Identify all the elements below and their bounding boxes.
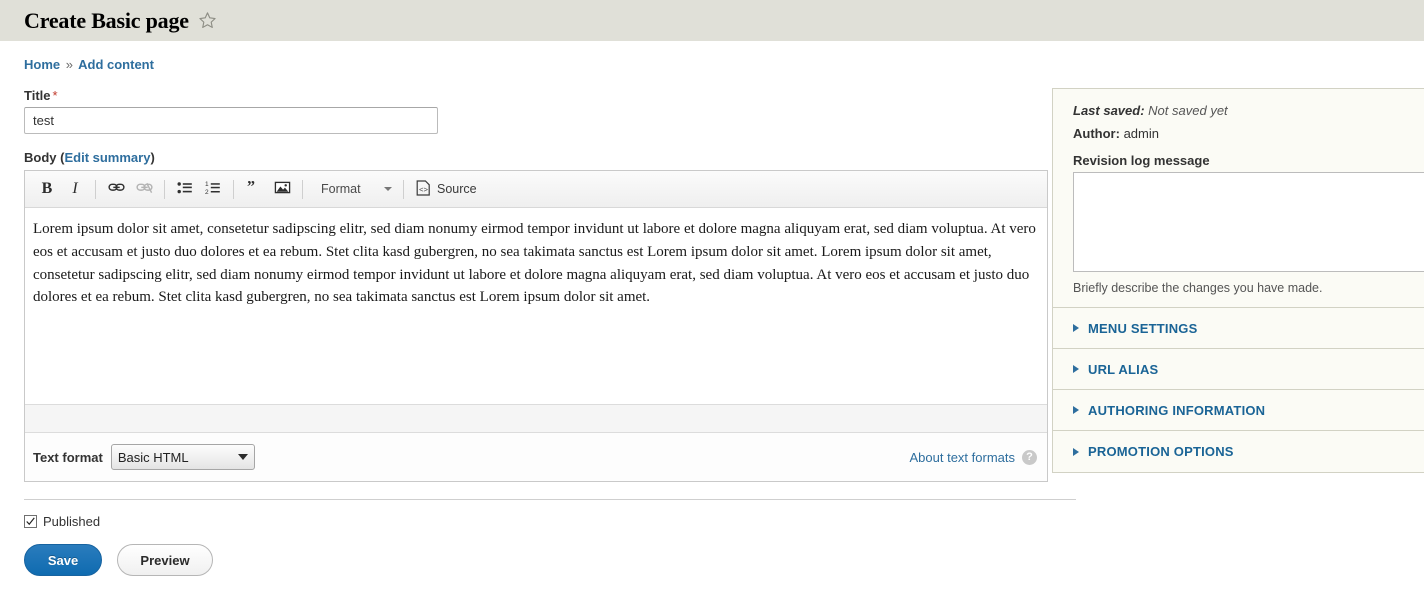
bulleted-list-button[interactable] bbox=[172, 177, 198, 202]
sidebar-section-label: AUTHORING INFORMATION bbox=[1088, 402, 1266, 418]
link-button[interactable] bbox=[103, 177, 129, 202]
bulleted-list-icon bbox=[177, 180, 193, 199]
node-meta-sidebar: Last saved: Not saved yet Author: admin … bbox=[1052, 88, 1424, 473]
revision-log-textarea[interactable] bbox=[1073, 172, 1424, 272]
toolbar-separator bbox=[403, 179, 404, 199]
breadcrumb-separator: » bbox=[65, 57, 73, 72]
star-outline-icon[interactable] bbox=[198, 11, 217, 30]
page-title: Create Basic page bbox=[24, 7, 189, 33]
blockquote-button[interactable]: ” bbox=[241, 177, 267, 202]
published-checkbox[interactable] bbox=[24, 515, 37, 528]
text-format-selected-value: Basic HTML bbox=[117, 449, 189, 465]
sidebar-section-label: MENU SETTINGS bbox=[1088, 320, 1198, 336]
text-format-label: Text format bbox=[33, 449, 103, 465]
toolbar-separator bbox=[95, 179, 96, 199]
link-icon bbox=[107, 179, 125, 199]
editor-content-area[interactable]: Lorem ipsum dolor sit amet, consetetur s… bbox=[25, 208, 1047, 404]
checkmark-icon bbox=[26, 517, 35, 526]
body-paragraph: Lorem ipsum dolor sit amet, consetetur s… bbox=[33, 221, 1036, 306]
title-label-text: Title bbox=[24, 88, 51, 103]
numbered-list-button[interactable]: 1 2 bbox=[200, 177, 226, 202]
edit-summary-link[interactable]: Edit summary bbox=[64, 150, 150, 165]
toolbar-separator bbox=[302, 179, 303, 199]
last-saved-key: Last saved: bbox=[1073, 103, 1145, 118]
svg-text:1: 1 bbox=[205, 181, 209, 188]
sidebar-section-label: PROMOTION OPTIONS bbox=[1088, 444, 1234, 459]
unlink-icon bbox=[135, 179, 153, 199]
editor-resize-bar[interactable] bbox=[25, 404, 1047, 432]
last-saved-value: Not saved yet bbox=[1148, 103, 1228, 118]
format-dropdown[interactable]: Format bbox=[311, 177, 397, 202]
source-button[interactable]: <> Source bbox=[410, 177, 483, 202]
toolbar-separator bbox=[233, 179, 234, 199]
about-text-formats: About text formats ? bbox=[910, 449, 1037, 465]
unlink-button bbox=[131, 177, 157, 202]
breadcrumb-link-home[interactable]: Home bbox=[24, 57, 60, 72]
meta-block: Last saved: Not saved yet Author: admin … bbox=[1053, 89, 1424, 308]
bold-button[interactable]: B bbox=[34, 177, 60, 202]
published-checkbox-row[interactable]: Published bbox=[24, 514, 1424, 529]
revision-log-description: Briefly describe the changes you have ma… bbox=[1073, 281, 1323, 295]
source-button-label: Source bbox=[437, 182, 477, 196]
italic-icon: I bbox=[72, 180, 78, 197]
editor-footer: Text format Basic HTML About text format… bbox=[25, 432, 1047, 481]
chevron-right-icon bbox=[1073, 365, 1079, 373]
numbered-list-icon: 1 2 bbox=[205, 180, 221, 199]
chevron-right-icon bbox=[1073, 447, 1079, 456]
main-content-column: Title* Body (Edit summary) B I bbox=[0, 88, 1052, 482]
svg-text:<>: <> bbox=[419, 187, 429, 195]
sidebar-section-authoring-information[interactable]: AUTHORING INFORMATION bbox=[1053, 390, 1424, 431]
rich-text-editor: B I 1 2 ” Format <> Source Lorem ipsum d… bbox=[24, 170, 1048, 482]
last-saved-row: Last saved: Not saved yet bbox=[1073, 103, 1424, 118]
chevron-down-icon bbox=[237, 454, 248, 460]
editor-toolbar: B I 1 2 ” Format <> Source bbox=[25, 171, 1047, 208]
paren-close: ) bbox=[150, 150, 155, 165]
page-header: Create Basic page bbox=[0, 0, 1424, 41]
author-value: admin bbox=[1123, 126, 1159, 141]
preview-button[interactable]: Preview bbox=[117, 544, 213, 576]
toolbar-separator bbox=[164, 179, 165, 199]
body-label-text: Body bbox=[24, 150, 57, 165]
format-dropdown-label: Format bbox=[321, 182, 361, 196]
svg-text:2: 2 bbox=[205, 189, 209, 196]
breadcrumb: Home » Add content bbox=[0, 41, 1424, 72]
actions-divider bbox=[24, 499, 1076, 500]
required-marker: * bbox=[52, 88, 58, 103]
text-format-select[interactable]: Basic HTML bbox=[110, 444, 255, 470]
bold-icon: B bbox=[41, 180, 53, 197]
blockquote-icon: ” bbox=[246, 178, 263, 199]
italic-button[interactable]: I bbox=[62, 177, 88, 202]
title-field-label: Title * bbox=[24, 88, 1052, 103]
sidebar-section-menu-settings[interactable]: MENU SETTINGS bbox=[1053, 308, 1424, 349]
question-mark-icon[interactable]: ? bbox=[1022, 449, 1037, 465]
sidebar-section-label: URL ALIAS bbox=[1088, 361, 1159, 377]
about-text-formats-link[interactable]: About text formats bbox=[910, 450, 1016, 465]
chevron-down-icon bbox=[384, 187, 392, 191]
published-label: Published bbox=[43, 514, 101, 529]
svg-text:”: ” bbox=[246, 179, 254, 195]
sidebar-section-url-alias[interactable]: URL ALIAS bbox=[1053, 349, 1424, 390]
sidebar-column: Last saved: Not saved yet Author: admin … bbox=[1052, 88, 1424, 473]
author-row: Author: admin bbox=[1073, 126, 1424, 141]
author-key: Author: bbox=[1073, 126, 1120, 141]
save-button[interactable]: Save bbox=[24, 544, 102, 576]
page-layout: Title* Body (Edit summary) B I bbox=[0, 72, 1424, 482]
form-actions: Save Preview bbox=[24, 544, 1424, 576]
title-input[interactable] bbox=[24, 107, 438, 134]
image-icon bbox=[274, 180, 291, 198]
breadcrumb-link-add-content[interactable]: Add content bbox=[78, 57, 154, 72]
source-code-icon: <> bbox=[416, 179, 431, 199]
chevron-right-icon bbox=[1073, 324, 1079, 332]
chevron-right-icon bbox=[1073, 406, 1079, 414]
body-field-label: Body (Edit summary) bbox=[24, 150, 1052, 165]
image-button[interactable] bbox=[269, 177, 295, 202]
revision-log-label: Revision log message bbox=[1073, 153, 1210, 168]
sidebar-section-promotion-options[interactable]: PROMOTION OPTIONS bbox=[1053, 431, 1424, 472]
